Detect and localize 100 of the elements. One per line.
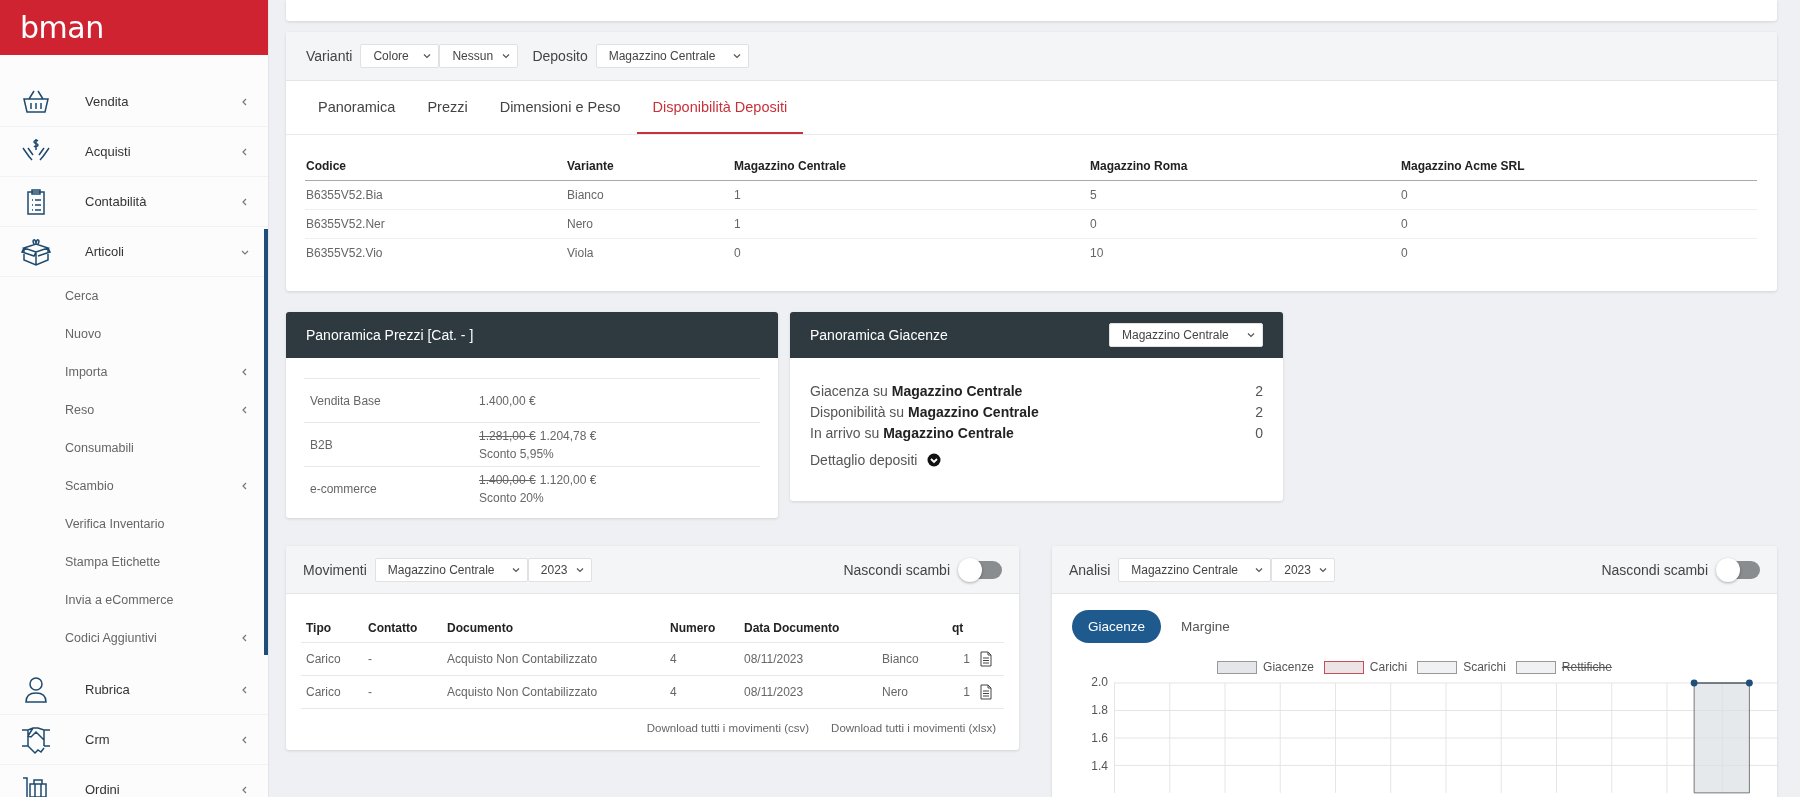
column-header: Documento	[442, 615, 665, 643]
chevron-down-icon	[731, 51, 742, 61]
price: 1.204,78 €	[539, 428, 597, 443]
submenu-item[interactable]: Nuovo	[0, 315, 268, 353]
menu-label: Ordini	[85, 782, 121, 797]
dropdown[interactable]: 2023	[527, 557, 592, 582]
submenu-label: Cerca	[65, 289, 99, 303]
stock-text: Giacenza su Magazzino Centrale	[810, 382, 1023, 401]
tab[interactable]: Panoramica	[302, 81, 412, 134]
toggle-switch[interactable]	[1718, 560, 1760, 579]
table-cell: 0	[1400, 209, 1757, 239]
old-price: 1.400,00 €	[479, 472, 536, 487]
scrollbar-thumb[interactable]	[264, 229, 268, 655]
legend-label[interactable]: Scarichi	[1463, 660, 1506, 674]
dropdown[interactable]: Magazzino Centrale	[374, 557, 528, 582]
dropdown[interactable]: Colore	[360, 44, 440, 68]
menu-label: Vendita	[85, 94, 130, 109]
table-cell: -	[363, 675, 442, 709]
tab[interactable]: Prezzi	[411, 81, 484, 134]
chevron-down-icon	[501, 51, 512, 61]
price-label: Vendita Base	[310, 393, 382, 408]
menu-item[interactable]: Rubrica	[0, 665, 268, 715]
axis-tick-label: 1.8	[1091, 703, 1108, 717]
table-cell: Viola	[566, 238, 733, 267]
submenu-label: Codici Aggiuntivi	[65, 631, 157, 645]
tab[interactable]: Disponibilità Depositi	[636, 81, 804, 134]
menu-item[interactable]: Contabilità	[0, 177, 268, 227]
dropdown[interactable]: Magazzino Centrale	[1118, 557, 1272, 582]
table-cell: Nero	[877, 675, 947, 709]
column-header: Contatto	[363, 615, 442, 643]
details-link[interactable]: Dettaglio depositi	[810, 452, 918, 468]
menu-label: Contabilità	[85, 194, 148, 209]
submenu-item[interactable]: Cerca	[0, 277, 268, 315]
submenu-item[interactable]: Consumabili	[0, 429, 268, 467]
table-cell: 0	[1089, 209, 1400, 239]
card-title: Panoramica Prezzi [Cat. - ]	[306, 327, 474, 343]
tab[interactable]: Margine	[1165, 610, 1246, 643]
download-link[interactable]: Download tutti i movimenti (xlsx)	[831, 722, 996, 734]
price-label: B2B	[310, 437, 334, 452]
axis-tick-label: 2.0	[1091, 675, 1108, 689]
section-title: Movimenti	[303, 561, 367, 578]
table-cell: B6355V52.Bia	[305, 180, 566, 210]
discount: Sconto 20%	[479, 490, 545, 505]
discount: Sconto 5,95%	[479, 446, 555, 461]
price-label: e-commerce	[310, 481, 378, 496]
legend-label[interactable]: Giacenze	[1263, 660, 1314, 674]
submenu-item[interactable]: Reso	[0, 391, 268, 429]
legend-label[interactable]: Carichi	[1369, 660, 1408, 674]
document-icon[interactable]	[980, 684, 993, 700]
column-header: Magazzino Centrale	[733, 153, 1089, 181]
axis-tick-label: 1.4	[1091, 759, 1108, 773]
tab[interactable]: Giacenze	[1072, 610, 1162, 643]
submenu-item[interactable]: Importa	[0, 353, 268, 391]
deposit-label: Deposito	[532, 48, 588, 64]
table-cell: 1	[947, 675, 976, 709]
table-cell: B6355V52.Vio	[305, 238, 566, 267]
data-point	[1690, 679, 1698, 687]
dropdown[interactable]: Magazzino Centrale	[1109, 323, 1263, 347]
submenu-item[interactable]: Scambio	[0, 467, 268, 505]
table-cell: 4	[665, 675, 739, 709]
table-cell: 0	[1400, 238, 1757, 267]
table-cell: B6355V52.Ner	[305, 209, 566, 239]
menu-item[interactable]: Acquisti	[0, 127, 268, 177]
table-cell: 5	[1089, 180, 1400, 210]
menu-item[interactable]: Vendita	[0, 77, 268, 127]
stock-value: 0	[1255, 424, 1263, 443]
submenu-item[interactable]: Codici Aggiuntivi	[0, 619, 268, 657]
submenu-item[interactable]: Verifica Inventario	[0, 505, 268, 543]
table-cell: 08/11/2023	[739, 642, 877, 676]
dropdown[interactable]: 2023	[1271, 557, 1336, 582]
toggle-switch[interactable]	[960, 560, 1002, 579]
menu-item[interactable]: Ordini	[0, 765, 268, 797]
logo[interactable]: bman	[20, 10, 104, 45]
stock-text: In arrivo su Magazzino Centrale	[810, 424, 1014, 443]
tab[interactable]: Dimensioni e Peso	[483, 81, 637, 134]
table-cell: Acquisto Non Contabilizzato	[442, 642, 665, 676]
table-cell: -	[363, 642, 442, 676]
stock-value: 2	[1255, 403, 1263, 422]
submenu-label: Stampa Etichette	[65, 555, 161, 569]
column-header: Codice	[305, 153, 566, 181]
menu-item[interactable]: Crm	[0, 715, 268, 765]
card-title: Panoramica Giacenze	[810, 327, 948, 343]
document-icon[interactable]	[980, 651, 993, 667]
submenu-item[interactable]: Invia a eCommerce	[0, 581, 268, 619]
toggle-label: Nascondi scambi	[1601, 561, 1708, 578]
table-cell: 1	[947, 642, 976, 676]
legend-label[interactable]: Rettifiche	[1561, 660, 1612, 674]
chevron-down-circle-icon[interactable]	[927, 453, 942, 467]
column-header: qt	[947, 615, 976, 643]
chevron-down-icon	[422, 51, 433, 61]
submenu-label: Consumabili	[65, 441, 134, 455]
dropdown[interactable]: Magazzino Centrale	[595, 44, 749, 68]
column-header: Magazzino Roma	[1089, 153, 1400, 181]
download-link[interactable]: Download tutti i movimenti (csv)	[646, 722, 810, 734]
dropdown[interactable]: Nessun	[439, 44, 519, 68]
table-cell: Nero	[566, 209, 733, 239]
submenu-label: Nuovo	[65, 327, 102, 341]
menu-label: Articoli	[85, 244, 125, 259]
table-cell: Acquisto Non Contabilizzato	[442, 675, 665, 709]
submenu-item[interactable]: Stampa Etichette	[0, 543, 268, 581]
